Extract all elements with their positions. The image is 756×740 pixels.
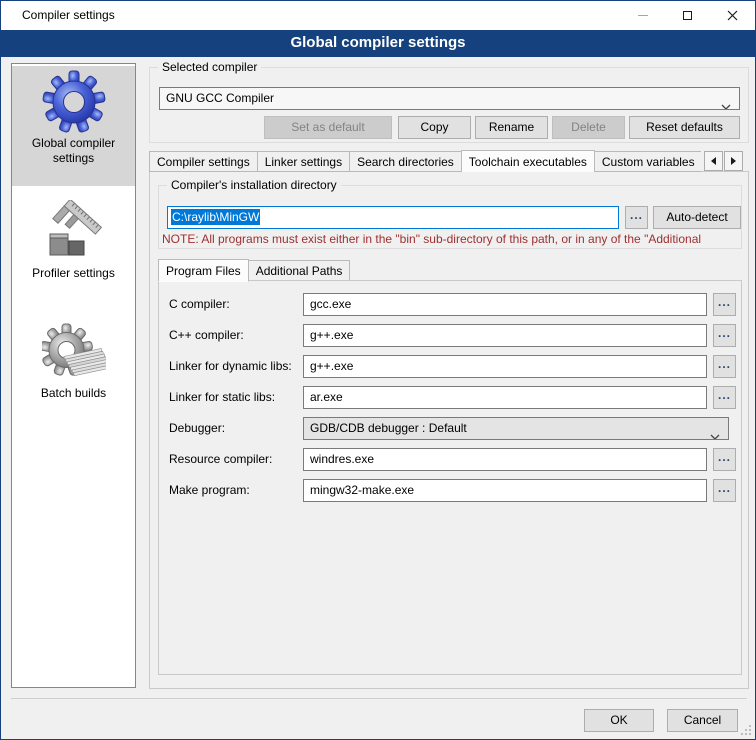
title-bar[interactable]: Compiler settings <box>1 1 755 30</box>
settings-category-list: Global compiler settings Profiler settin… <box>11 63 136 688</box>
tab-scroll-buttons <box>703 151 743 171</box>
resource-compiler-input[interactable]: windres.exe <box>303 448 707 471</box>
field-label: C compiler: <box>169 293 230 316</box>
sidebar-item-profiler-settings[interactable]: Profiler settings <box>12 196 135 308</box>
rename-button[interactable]: Rename <box>475 116 548 139</box>
group-label: Compiler's installation directory <box>167 178 341 192</box>
program-files-tabs: Program FilesAdditional Paths <box>158 258 350 281</box>
field-label: Linker for static libs: <box>169 386 275 409</box>
compiler-select[interactable]: GNU GCC Compiler <box>159 87 740 110</box>
tab-additional-paths[interactable]: Additional Paths <box>248 260 351 281</box>
window-title: Compiler settings <box>22 1 115 30</box>
c-compiler-input[interactable]: gcc.exe <box>303 293 707 316</box>
set-as-default-button: Set as default <box>264 116 392 139</box>
sidebar-item-batch-builds[interactable]: Batch builds <box>12 316 135 428</box>
make-program-browse-button[interactable]: ... <box>713 479 736 502</box>
delete-button: Delete <box>552 116 625 139</box>
field-label: C++ compiler: <box>169 324 244 347</box>
caption-buttons <box>620 1 755 30</box>
linker-for-dynamic-libs-input[interactable]: g++.exe <box>303 355 707 378</box>
arrow-left-icon <box>711 157 716 165</box>
chevron-down-icon <box>710 426 720 440</box>
toolchain-executables-panel: Compiler's installation directory C:\ray… <box>149 171 749 689</box>
minimize-icon <box>638 15 648 16</box>
page-title: Global compiler settings <box>1 30 755 57</box>
field-row-debugger: Debugger: GDB/CDB debugger : Default <box>159 417 743 440</box>
cancel-button[interactable]: Cancel <box>667 709 738 732</box>
arrow-right-icon <box>731 157 736 165</box>
close-button[interactable] <box>710 1 755 30</box>
reset-defaults-button[interactable]: Reset defaults <box>629 116 740 139</box>
field-label: Make program: <box>169 479 250 502</box>
field-row-linker-for-static-libs: Linker for static libs: ar.exe... <box>159 386 743 409</box>
c-compiler-browse-button[interactable]: ... <box>713 324 736 347</box>
tab-scroll-left-button[interactable] <box>704 151 723 171</box>
tab-compiler-settings[interactable]: Compiler settings <box>149 151 258 172</box>
browse-directory-button[interactable]: ... <box>625 206 648 229</box>
field-row-make-program: Make program: mingw32-make.exe... <box>159 479 743 502</box>
blue-gear-icon <box>42 70 106 134</box>
maximize-icon <box>683 11 692 20</box>
compiler-settings-dialog: Compiler settings Global compiler settin… <box>0 0 756 740</box>
sidebar-item-label: Batch builds <box>12 386 135 401</box>
sidebar-item-global-compiler-settings[interactable]: Global compiler settings <box>12 66 135 186</box>
field-row-c-compiler: C++ compiler: g++.exe... <box>159 324 743 347</box>
footer-separator <box>11 698 747 699</box>
chevron-down-icon <box>721 96 731 110</box>
make-program-input[interactable]: mingw32-make.exe <box>303 479 707 502</box>
gray-gear-stack-icon <box>42 320 106 384</box>
tab-search-directories[interactable]: Search directories <box>349 151 462 172</box>
copy-button[interactable]: Copy <box>398 116 471 139</box>
resource-compiler-browse-button[interactable]: ... <box>713 448 736 471</box>
sidebar-item-label: Profiler settings <box>12 266 135 281</box>
maximize-button[interactable] <box>665 1 710 30</box>
tab-linker-settings[interactable]: Linker settings <box>257 151 350 172</box>
linker-for-static-libs-browse-button[interactable]: ... <box>713 386 736 409</box>
field-label: Debugger: <box>169 417 225 440</box>
note-text: NOTE: All programs must exist either in … <box>162 232 740 246</box>
sidebar-item-label: Global compiler settings <box>12 136 135 166</box>
compiler-select-value: GNU GCC Compiler <box>166 91 274 105</box>
selected-compiler-group: Selected compiler GNU GCC Compiler Set a… <box>149 67 749 143</box>
caliper-icon <box>42 200 106 264</box>
auto-detect-button[interactable]: Auto-detect <box>653 206 741 229</box>
installation-directory-input[interactable]: C:\raylib\MinGW <box>167 206 619 229</box>
installation-directory-group: Compiler's installation directory C:\ray… <box>158 185 742 249</box>
ok-button[interactable]: OK <box>584 709 654 732</box>
c-compiler-input[interactable]: g++.exe <box>303 324 707 347</box>
linker-for-dynamic-libs-browse-button[interactable]: ... <box>713 355 736 378</box>
field-row-linker-for-dynamic-libs: Linker for dynamic libs: g++.exe... <box>159 355 743 378</box>
selected-path-text: C:\raylib\MinGW <box>171 209 260 225</box>
field-row-resource-compiler: Resource compiler: windres.exe... <box>159 448 743 471</box>
group-label: Selected compiler <box>158 60 261 74</box>
program-files-panel: C compiler: gcc.exe... C++ compiler: g++.ex… <box>158 280 742 675</box>
linker-for-static-libs-input[interactable]: ar.exe <box>303 386 707 409</box>
debugger-select[interactable]: GDB/CDB debugger : Default <box>303 417 729 440</box>
close-icon <box>727 10 738 21</box>
field-label: Resource compiler: <box>169 448 272 471</box>
tab-toolchain-executables[interactable]: Toolchain executables <box>461 150 595 172</box>
tab-scroll-right-button[interactable] <box>724 151 743 171</box>
field-label: Linker for dynamic libs: <box>169 355 292 378</box>
tab-program-files[interactable]: Program Files <box>158 259 249 282</box>
resize-grip[interactable] <box>740 724 753 737</box>
c-compiler-browse-button[interactable]: ... <box>713 293 736 316</box>
minimize-button[interactable] <box>620 1 665 30</box>
select-value: GDB/CDB debugger : Default <box>310 421 467 435</box>
tab-custom-variables[interactable]: Custom variables <box>594 151 701 172</box>
settings-tabs: Compiler settingsLinker settingsSearch d… <box>149 149 701 172</box>
field-row-c-compiler: C compiler: gcc.exe... <box>159 293 743 316</box>
